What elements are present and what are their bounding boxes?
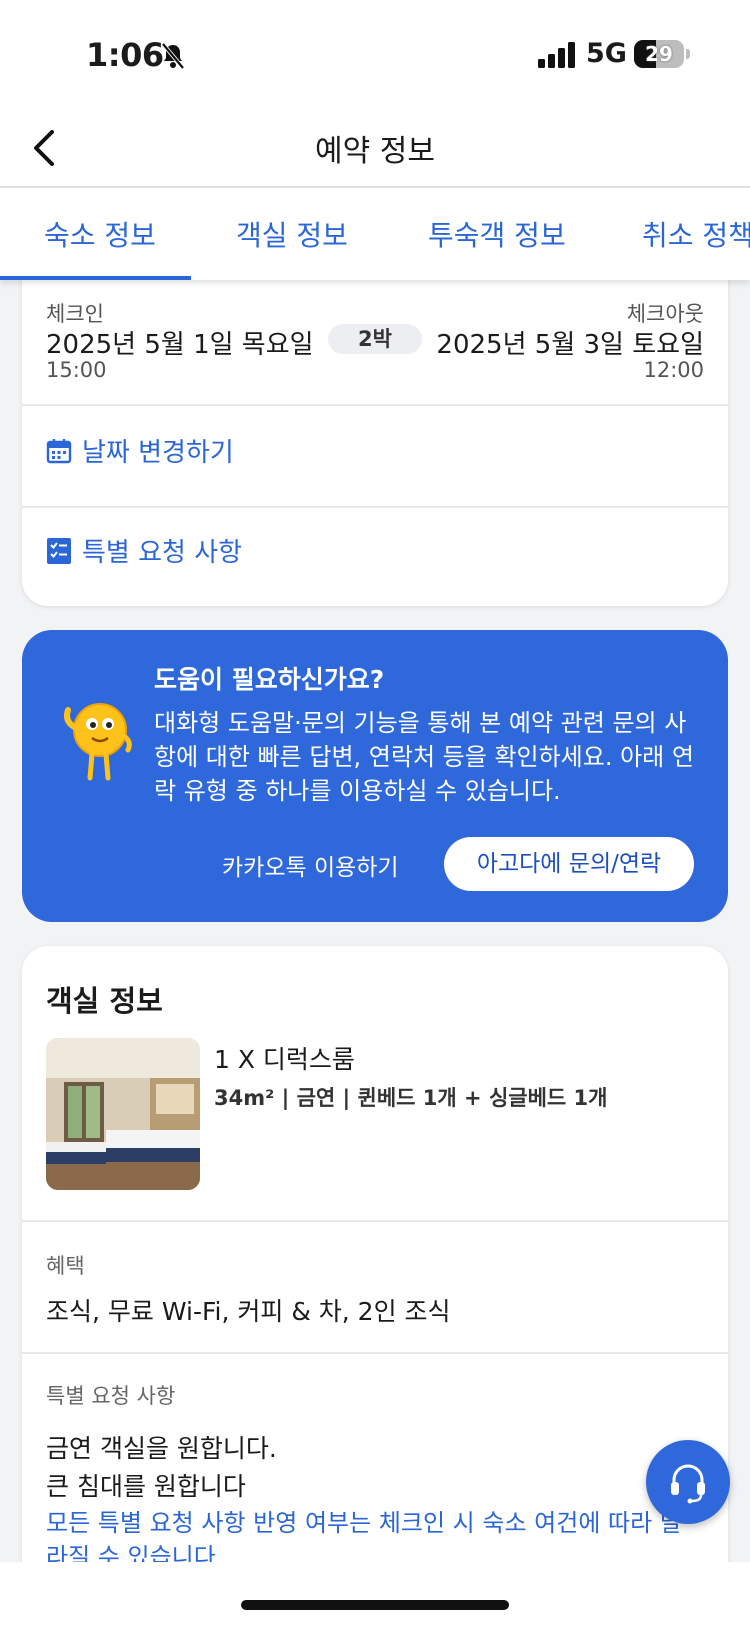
checkin-date: 2025년 5월 1일 목요일 [46, 330, 314, 360]
checkout-date: 2025년 5월 3일 토요일 [436, 330, 704, 360]
tab-room-info[interactable]: 객실 정보 [236, 214, 348, 254]
room-card: 객실 정보 1 X 디럭스룸 34m² | 금연 | 퀸베드 1개 + 싱글베드… [22, 946, 728, 1586]
divider [22, 1352, 728, 1354]
contact-agoda-button[interactable]: 아고다에 문의/연락 [444, 837, 694, 891]
help-title: 도움이 필요하신가요? [154, 665, 385, 694]
room-specs: 34m² | 금연 | 퀸베드 1개 + 싱글베드 1개 [214, 1086, 608, 1110]
checklist-icon [47, 537, 71, 564]
change-date-button[interactable]: 날짜 변경하기 [46, 432, 234, 469]
checkin-time: 15:00 [46, 358, 107, 382]
nights-badge: 2박 [328, 324, 422, 354]
signal-icon [538, 42, 575, 68]
nav-bar: 예약 정보 [0, 110, 750, 188]
checkout-time: 12:00 [643, 358, 704, 382]
network-type: 5G [586, 38, 627, 69]
bottom-safe-area [0, 1562, 750, 1626]
change-date-label: 날짜 변경하기 [82, 438, 234, 468]
headset-icon [671, 1464, 705, 1504]
room-photo [46, 1038, 200, 1190]
tab-active-indicator [0, 276, 191, 280]
battery-level: 29 [645, 42, 673, 66]
help-body: 대화형 도움말·문의 기능을 통해 본 예약 관련 문의 사항에 대한 빠른 답… [154, 709, 694, 805]
mascot-icon [64, 703, 132, 781]
calendar-icon [46, 438, 72, 463]
requests-list: 금연 객실을 원합니다. 큰 침대를 원합니다 [46, 1430, 277, 1506]
benefits-label: 혜택 [46, 1254, 85, 1278]
bell-muted-icon [161, 42, 185, 70]
status-time: 1:06 [86, 36, 164, 74]
stay-card: 체크인 2025년 5월 1일 목요일 15:00 2박 체크아웃 2025년 … [22, 262, 728, 606]
special-request-button[interactable]: 특별 요청 사항 [46, 532, 242, 569]
status-bar: 1:06 5G 29 [0, 0, 750, 110]
home-indicator[interactable] [241, 1600, 509, 1610]
tab-bar: 숙소 정보 객실 정보 투숙객 정보 취소 정책 [0, 188, 750, 280]
tab-guest-info[interactable]: 투숙객 정보 [428, 214, 566, 254]
tab-property-info[interactable]: 숙소 정보 [44, 214, 156, 254]
kakao-button[interactable]: 카카오톡 이용하기 [222, 848, 399, 882]
room-section-heading: 객실 정보 [46, 984, 163, 1018]
divider [22, 404, 728, 406]
support-chat-button[interactable] [646, 1440, 730, 1524]
tab-cancellation-policy[interactable]: 취소 정책 [642, 214, 750, 254]
battery-icon: 29 [634, 40, 684, 68]
battery-tip [686, 49, 690, 59]
benefits-text: 조식, 무료 Wi-Fi, 커피 & 차, 2인 조식 [46, 1297, 451, 1326]
help-card: 도움이 필요하신가요? 대화형 도움말·문의 기능을 통해 본 예약 관련 문의… [22, 630, 728, 922]
request-item: 큰 침대를 원합니다 [46, 1472, 246, 1501]
divider [22, 1220, 728, 1222]
requests-label: 특별 요청 사항 [46, 1384, 176, 1408]
request-item: 금연 객실을 원합니다. [46, 1434, 277, 1463]
divider [22, 506, 728, 508]
page-title: 예약 정보 [315, 134, 435, 169]
room-name: 1 X 디럭스룸 [214, 1045, 355, 1074]
special-request-label: 특별 요청 사항 [82, 538, 243, 568]
